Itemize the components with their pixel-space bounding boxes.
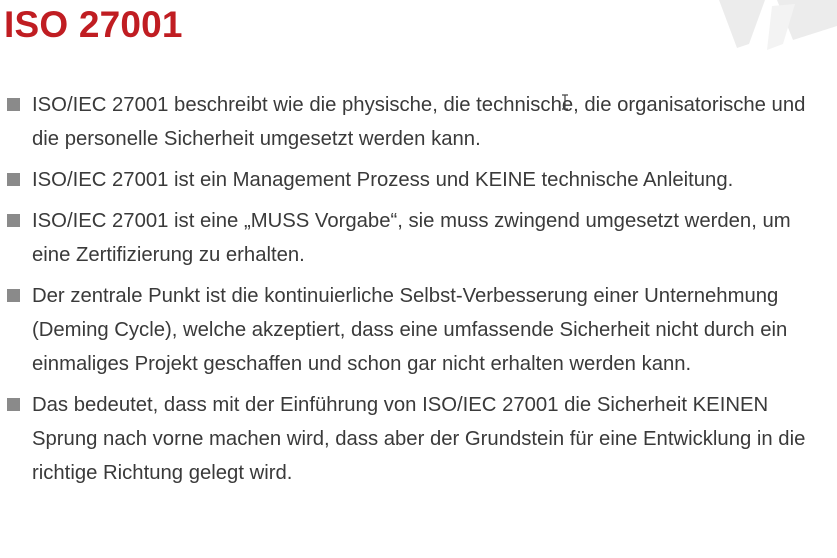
bullet-text: ISO/IEC 27001 ist ein Management Prozess… — [32, 169, 734, 191]
square-bullet-icon — [7, 173, 20, 186]
bullet-text: ISO/IEC 27001 beschreibt wie die physisc… — [32, 94, 806, 150]
bullet-item: ISO/IEC 27001 ist ein Management Prozess… — [0, 163, 837, 197]
text-cursor-icon — [562, 94, 568, 110]
bullet-text: ISO/IEC 27001 ist eine „MUSS Vorgabe“, s… — [32, 210, 791, 266]
square-bullet-icon — [7, 98, 20, 111]
bullet-text: Das bedeutet, dass mit der Einführung vo… — [32, 394, 806, 484]
slide: ISO 27001 ISO/IEC 27001 beschreibt wie d… — [0, 0, 837, 558]
bullet-item: Das bedeutet, dass mit der Einführung vo… — [0, 388, 837, 490]
bullet-list: ISO/IEC 27001 beschreibt wie die physisc… — [0, 88, 837, 490]
bullet-item: Der zentrale Punkt ist die kontinuierlic… — [0, 279, 837, 381]
square-bullet-icon — [7, 398, 20, 411]
square-bullet-icon — [7, 289, 20, 302]
square-bullet-icon — [7, 214, 20, 227]
bullet-item: ISO/IEC 27001 beschreibt wie die physisc… — [0, 88, 837, 156]
slide-title: ISO 27001 — [4, 4, 183, 45]
bullet-item: ISO/IEC 27001 ist eine „MUSS Vorgabe“, s… — [0, 204, 837, 272]
bullet-text: Der zentrale Punkt ist die kontinuierlic… — [32, 285, 788, 375]
corner-decoration — [719, 0, 837, 50]
